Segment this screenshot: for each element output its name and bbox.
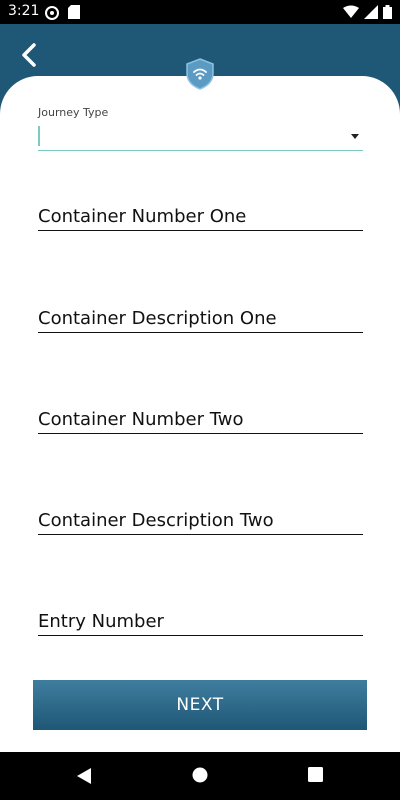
form-card: Journey Type	[0, 76, 400, 752]
system-nav-bar	[0, 752, 400, 800]
wifi-icon	[343, 5, 359, 23]
chevron-left-icon	[22, 43, 36, 67]
shield-wifi-logo-icon	[186, 58, 214, 90]
status-time: 3:21	[8, 3, 40, 19]
home-circle-icon[interactable]	[192, 767, 208, 787]
journey-type-dropdown[interactable]	[38, 120, 363, 151]
at-sign-icon	[44, 5, 60, 25]
dropdown-arrow-icon	[351, 134, 359, 139]
text-cursor	[38, 126, 40, 146]
back-button[interactable]	[14, 40, 44, 70]
cell-signal-icon	[364, 5, 378, 23]
sd-card-icon	[68, 5, 80, 23]
status-bar: 3:21	[0, 0, 400, 24]
container-description-one-input[interactable]	[38, 304, 363, 333]
recents-square-icon[interactable]	[308, 767, 323, 786]
journey-type-label: Journey Type	[38, 106, 109, 119]
battery-icon	[383, 5, 392, 23]
back-triangle-icon[interactable]	[76, 767, 92, 789]
container-number-one-input[interactable]	[38, 202, 363, 231]
container-description-two-input[interactable]	[38, 506, 363, 535]
entry-number-input[interactable]	[38, 607, 363, 636]
journey-type-field: Journey Type	[38, 106, 363, 151]
next-button[interactable]: NEXT	[33, 680, 367, 730]
container-number-two-input[interactable]	[38, 405, 363, 434]
